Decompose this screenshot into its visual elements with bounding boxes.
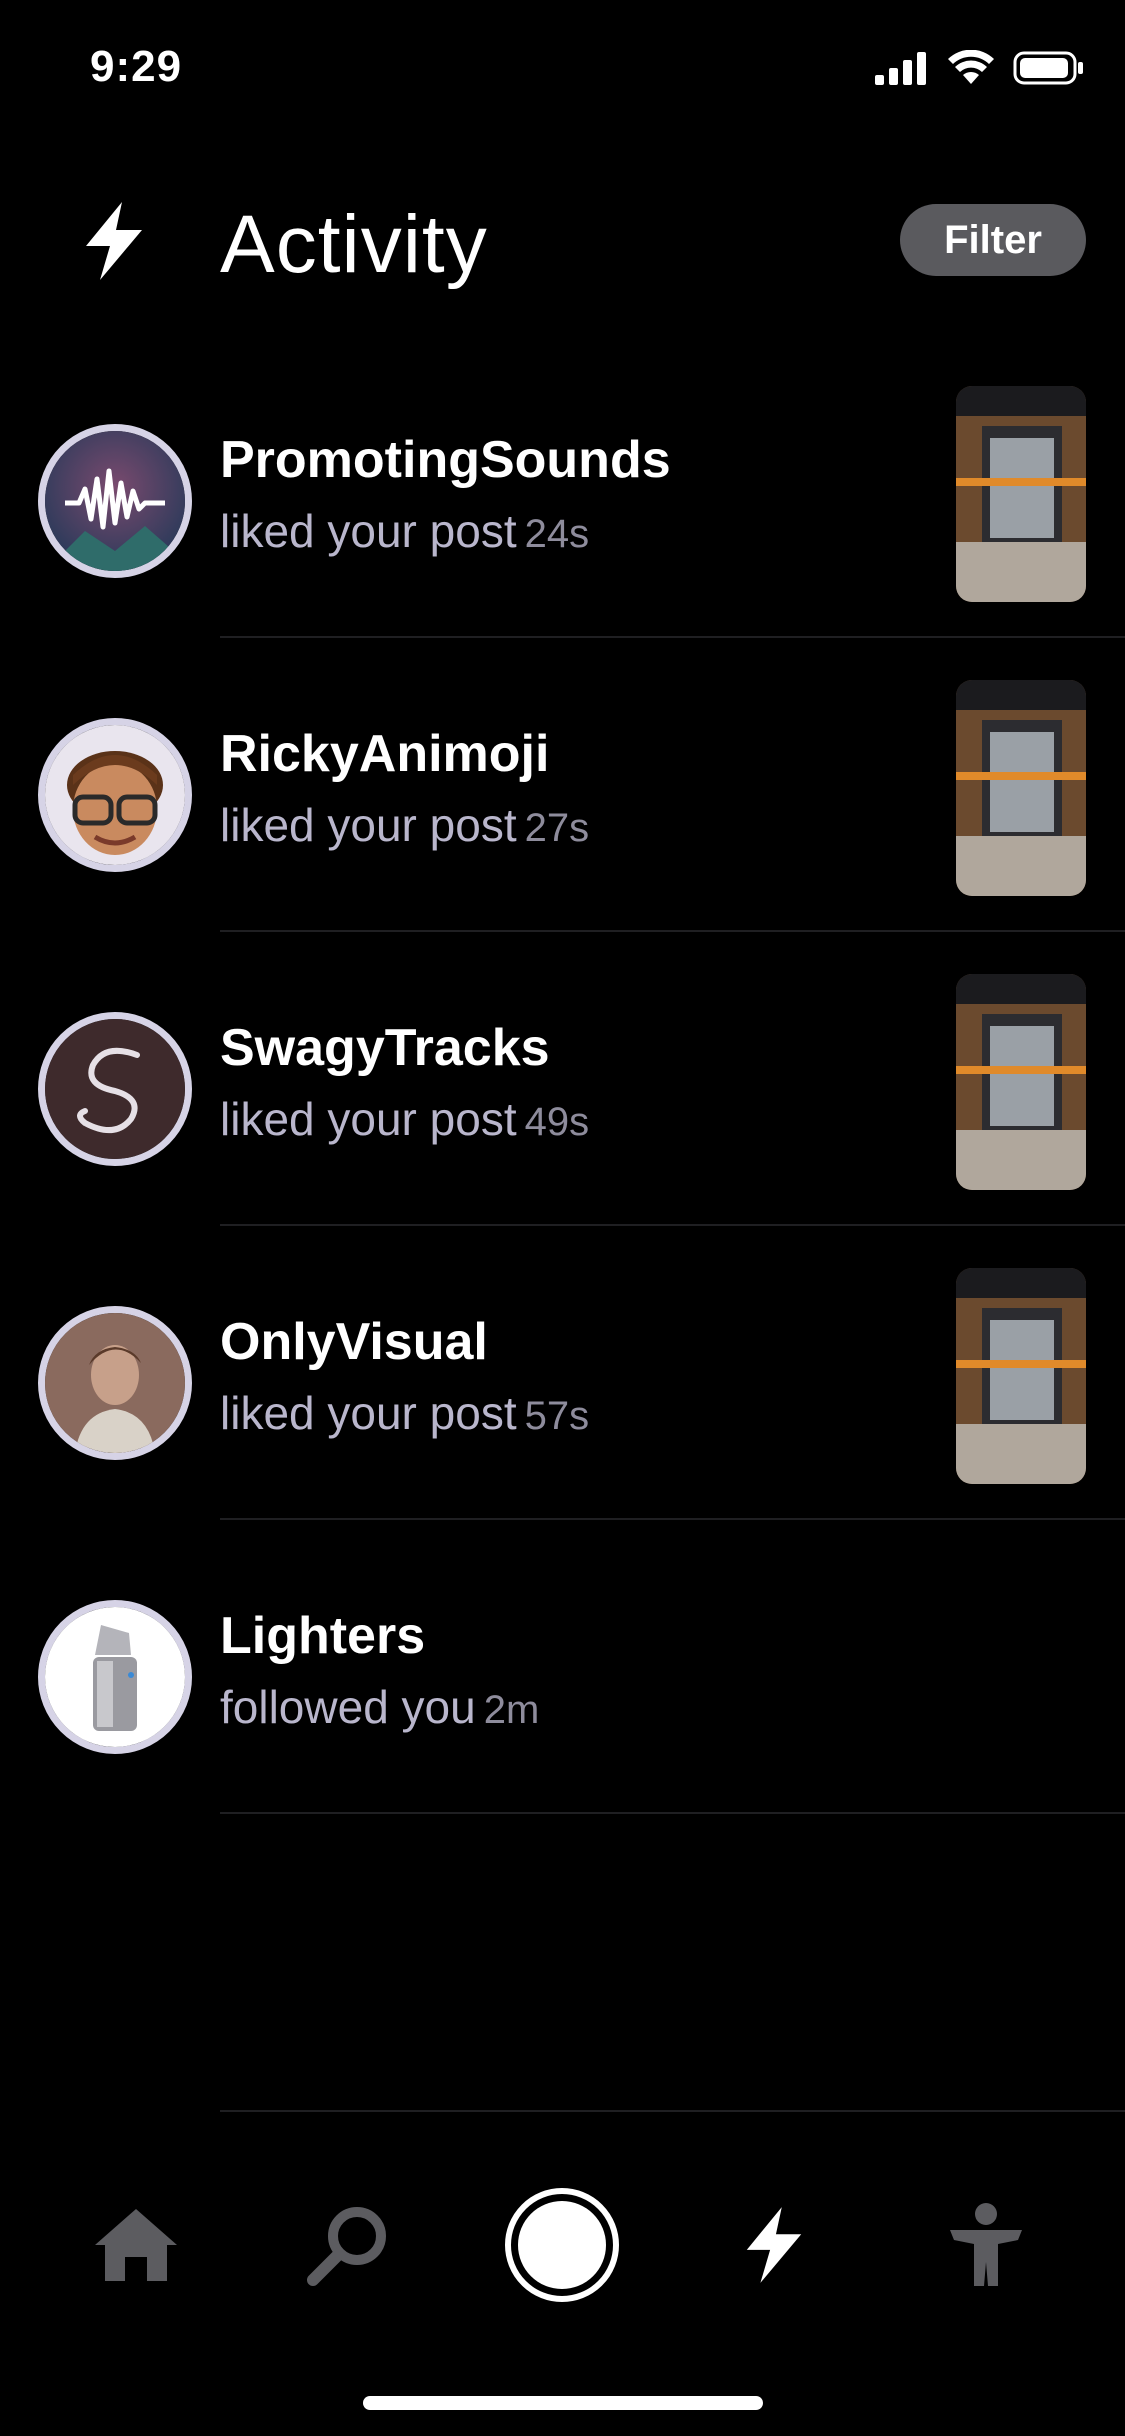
home-indicator: [363, 2396, 763, 2410]
memoji-avatar[interactable]: [38, 718, 192, 872]
wifi-icon: [948, 50, 994, 84]
activity-text: followed you 2m: [220, 1680, 539, 1734]
activity-row[interactable]: SwagyTracks liked your post 49s: [0, 932, 1125, 1226]
username[interactable]: OnlyVisual: [220, 1312, 488, 1372]
profile-icon: [950, 2203, 1022, 2286]
status-bar: 9:29: [0, 0, 1125, 140]
tab-bar-divider: [220, 2110, 1125, 2112]
activity-text: liked your post 57s: [220, 1386, 589, 1440]
post-thumbnail[interactable]: [956, 974, 1086, 1190]
activity-action: liked your post: [220, 799, 517, 851]
lighter-avatar[interactable]: [38, 1600, 192, 1754]
post-thumbnail[interactable]: [956, 680, 1086, 896]
activity-time: 24s: [524, 512, 590, 556]
activity-action: liked your post: [220, 1387, 517, 1439]
activity-action: liked your post: [220, 1093, 517, 1145]
tab-home[interactable]: [71, 2180, 201, 2310]
activity-list: PromotingSounds liked your post 24s Ricky…: [0, 344, 1125, 1814]
activity-row[interactable]: PromotingSounds liked your post 24s: [0, 344, 1125, 638]
activity-text: liked your post 24s: [220, 504, 589, 558]
activity-action: liked your post: [220, 505, 517, 557]
activity-row[interactable]: OnlyVisual liked your post 57s: [0, 1226, 1125, 1520]
search-icon: [307, 2207, 386, 2286]
tab-bar: [0, 2170, 1125, 2320]
bolt-icon: [86, 202, 142, 280]
activity-time: 27s: [524, 806, 590, 850]
activity-row[interactable]: RickyAnimoji liked your post 27s: [0, 638, 1125, 932]
username[interactable]: Lighters: [220, 1606, 425, 1666]
username[interactable]: PromotingSounds: [220, 430, 671, 490]
battery-icon: [1013, 51, 1083, 85]
status-time: 9:29: [90, 42, 183, 91]
tab-record[interactable]: [497, 2180, 627, 2310]
activity-time: 49s: [524, 1100, 590, 1144]
row-divider: [220, 1812, 1125, 1814]
post-thumbnail[interactable]: [956, 1268, 1086, 1484]
username[interactable]: SwagyTracks: [220, 1018, 550, 1078]
username[interactable]: RickyAnimoji: [220, 724, 549, 784]
post-thumbnail[interactable]: [956, 386, 1086, 602]
filter-button[interactable]: Filter: [900, 204, 1086, 276]
tab-activity[interactable]: [709, 2180, 839, 2310]
activity-row[interactable]: Lighters followed you 2m: [0, 1520, 1125, 1814]
portrait-avatar[interactable]: [38, 1306, 192, 1460]
home-icon: [95, 2209, 177, 2281]
tab-search[interactable]: [283, 2180, 413, 2310]
waveform-avatar[interactable]: [38, 424, 192, 578]
page-title: Activity: [220, 199, 488, 290]
header: Activity Filter: [0, 180, 1125, 300]
activity-text: liked your post 27s: [220, 798, 589, 852]
activity-time: 57s: [524, 1394, 590, 1438]
bolt-icon: [746, 2207, 802, 2283]
tab-profile[interactable]: [921, 2180, 1051, 2310]
activity-action: followed you: [220, 1681, 476, 1733]
cellular-signal-icon: [875, 52, 926, 85]
record-icon: [505, 2188, 619, 2302]
script-s-avatar[interactable]: [38, 1012, 192, 1166]
status-icons: [875, 50, 1085, 86]
activity-time: 2m: [483, 1688, 540, 1732]
activity-text: liked your post 49s: [220, 1092, 589, 1146]
